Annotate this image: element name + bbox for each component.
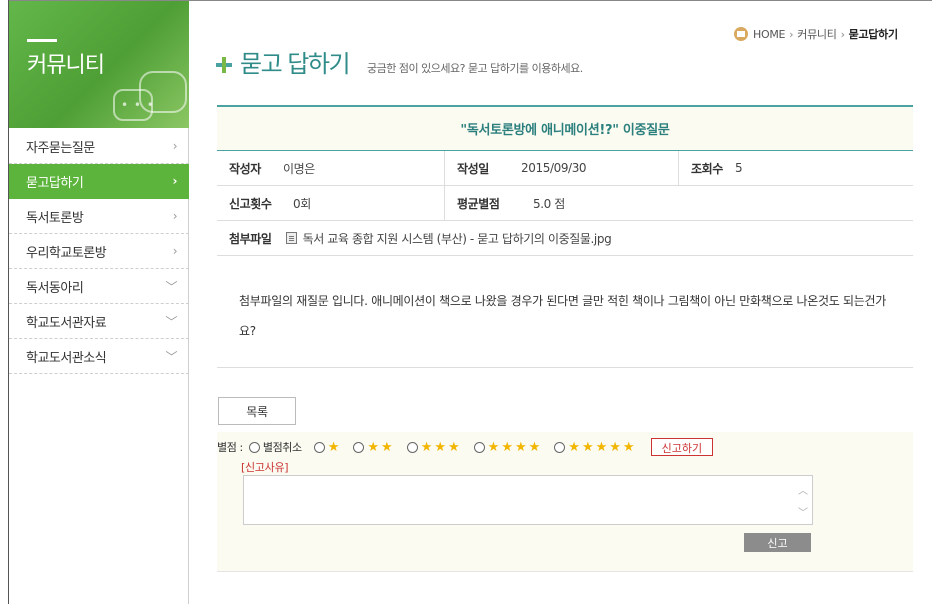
sidebar-item-label: 묻고답하기 — [26, 175, 84, 191]
rating-option-2[interactable]: ★★ — [353, 440, 394, 455]
rating-section: 별점 : 별점취소 ★ ★★ ★★★ ★★★★ ★★★★★ 신고하기 [신고사유… — [217, 432, 913, 572]
report-reason-input[interactable] — [243, 475, 813, 525]
rating-radio[interactable] — [353, 441, 365, 453]
sidebar: 커뮤니티 • • • 자주묻는질문 › 묻고답하기 › 독서토론방 › 우리학교… — [9, 1, 189, 604]
rating-option-3[interactable]: ★★★ — [406, 439, 462, 455]
breadcrumb-separator: › — [840, 27, 845, 41]
sidebar-item-library-news[interactable]: 학교도서관소식 ﹀ — [9, 339, 189, 374]
list-button[interactable]: 목록 — [218, 397, 296, 425]
sidebar-banner: 커뮤니티 • • • — [9, 1, 189, 128]
sidebar-item-reading-club[interactable]: 독서동아리 ﹀ — [9, 269, 189, 304]
views-value: 5 — [735, 161, 743, 175]
scroll-up-icon[interactable]: ︿ — [798, 482, 808, 497]
chevron-right-icon: › — [172, 209, 178, 223]
chevron-right-icon: › — [172, 139, 178, 153]
banner-accent-bar — [27, 39, 57, 42]
page-title: 묻고 답하기 — [240, 50, 351, 78]
file-icon — [285, 232, 297, 244]
post-detail: "독서토론방에 애니메이션!?" 이중질문 작성자 이명은 작성일 2015/0… — [217, 105, 913, 368]
rating-options: 별점 : 별점취소 ★ ★★ ★★★ ★★★★ ★★★★★ 신고하기 — [217, 438, 714, 456]
attachment-link[interactable]: 독서 교육 종합 지원 시스템 (부산) - 묻고 답하기의 이중질물.jpg — [303, 230, 612, 247]
rating-radio[interactable] — [313, 441, 325, 453]
star-icon: ★★★★★ — [568, 439, 637, 455]
report-submit-button[interactable]: 신고 — [744, 533, 811, 552]
chevron-right-icon: › — [172, 174, 178, 188]
rating-label: 별점 : — [217, 441, 243, 454]
rating-radio[interactable] — [554, 441, 566, 453]
post-title: "독서토론방에 애니메이션!?" 이중질문 — [217, 105, 913, 151]
home-icon[interactable] — [734, 27, 748, 41]
rating-radio[interactable] — [473, 441, 485, 453]
chevron-down-icon: ﹀ — [165, 279, 177, 294]
sidebar-item-label: 독서토론방 — [26, 210, 84, 226]
sidebar-item-qna[interactable]: 묻고답하기 › — [9, 164, 189, 199]
views-label: 조회수 — [691, 161, 723, 176]
post-meta-row: 작성자 이명은 작성일 2015/09/30 조회수 5 — [217, 151, 913, 186]
post-body: 첨부파일의 재질문 입니다. 애니메이션이 책으로 나왔을 경우가 된다면 글만… — [217, 256, 913, 368]
sidebar-item-label: 학교도서관자료 — [26, 315, 107, 331]
page-header: 묻고 답하기 궁금한 점이 있으세요? 묻고 답하기를 이용하세요. — [216, 44, 583, 79]
star-icon: ★ — [327, 439, 342, 455]
report-reason-label: [신고사유] — [241, 461, 289, 474]
breadcrumb-current: 묻고답하기 — [848, 28, 898, 41]
reports-value: 0회 — [293, 196, 311, 211]
chevron-right-icon: › — [172, 244, 178, 258]
sidebar-item-reading-discussion[interactable]: 독서토론방 › — [9, 199, 189, 234]
date-label: 작성일 — [457, 161, 489, 176]
sidebar-item-faq[interactable]: 자주묻는질문 › — [9, 129, 189, 164]
star-icon: ★★★ — [420, 439, 462, 455]
breadcrumb-home[interactable]: HOME — [753, 28, 785, 41]
sidebar-item-label: 우리학교토론방 — [26, 245, 107, 261]
rating-option-1[interactable]: ★ — [313, 439, 342, 455]
star-icon: ★★ — [367, 439, 395, 455]
scroll-down-icon[interactable]: ﹀ — [798, 504, 808, 519]
date-value: 2015/09/30 — [521, 161, 587, 175]
avg-rating-label: 평균별점 — [457, 196, 500, 211]
breadcrumb: HOME › 커뮤니티 › 묻고답하기 — [734, 26, 898, 42]
breadcrumb-section[interactable]: 커뮤니티 — [797, 26, 837, 42]
attachment-label: 첨부파일 — [229, 231, 272, 246]
sidebar-title: 커뮤니티 — [27, 53, 105, 78]
rating-option-4[interactable]: ★★★★ — [473, 439, 543, 455]
plus-icon — [216, 57, 232, 73]
sidebar-item-library-materials[interactable]: 학교도서관자료 ﹀ — [9, 304, 189, 339]
report-button[interactable]: 신고하기 — [650, 438, 714, 456]
avg-rating-value: 5.0 점 — [533, 196, 565, 211]
page-subtitle: 궁금한 점이 있으세요? 묻고 답하기를 이용하세요. — [367, 62, 583, 75]
post-stats-row: 신고횟수 0회 평균별점 5.0 점 — [217, 186, 913, 221]
chevron-down-icon: ﹀ — [165, 314, 177, 329]
rating-cancel-label: 별점취소 — [262, 441, 302, 454]
rating-option-5[interactable]: ★★★★★ — [554, 440, 636, 455]
author-label: 작성자 — [229, 161, 261, 176]
sidebar-item-label: 독서동아리 — [26, 280, 84, 296]
rating-cancel-option[interactable]: 별점취소 — [248, 439, 302, 455]
sidebar-item-school-discussion[interactable]: 우리학교토론방 › — [9, 234, 189, 269]
sidebar-item-label: 자주묻는질문 — [26, 140, 95, 156]
chat-dots-icon: • • • — [121, 98, 155, 112]
rating-radio[interactable] — [248, 441, 260, 453]
chevron-down-icon: ﹀ — [165, 349, 177, 364]
breadcrumb-separator: › — [789, 27, 794, 41]
attachment-row: 첨부파일 독서 교육 종합 지원 시스템 (부산) - 묻고 답하기의 이중질물… — [217, 221, 913, 256]
sidebar-menu: 자주묻는질문 › 묻고답하기 › 독서토론방 › 우리학교토론방 › 독서동아리… — [9, 129, 189, 374]
author-value: 이명은 — [283, 161, 315, 176]
reports-label: 신고횟수 — [229, 196, 272, 211]
rating-radio[interactable] — [406, 441, 418, 453]
star-icon: ★★★★ — [487, 439, 543, 455]
sidebar-item-label: 학교도서관소식 — [26, 350, 107, 366]
